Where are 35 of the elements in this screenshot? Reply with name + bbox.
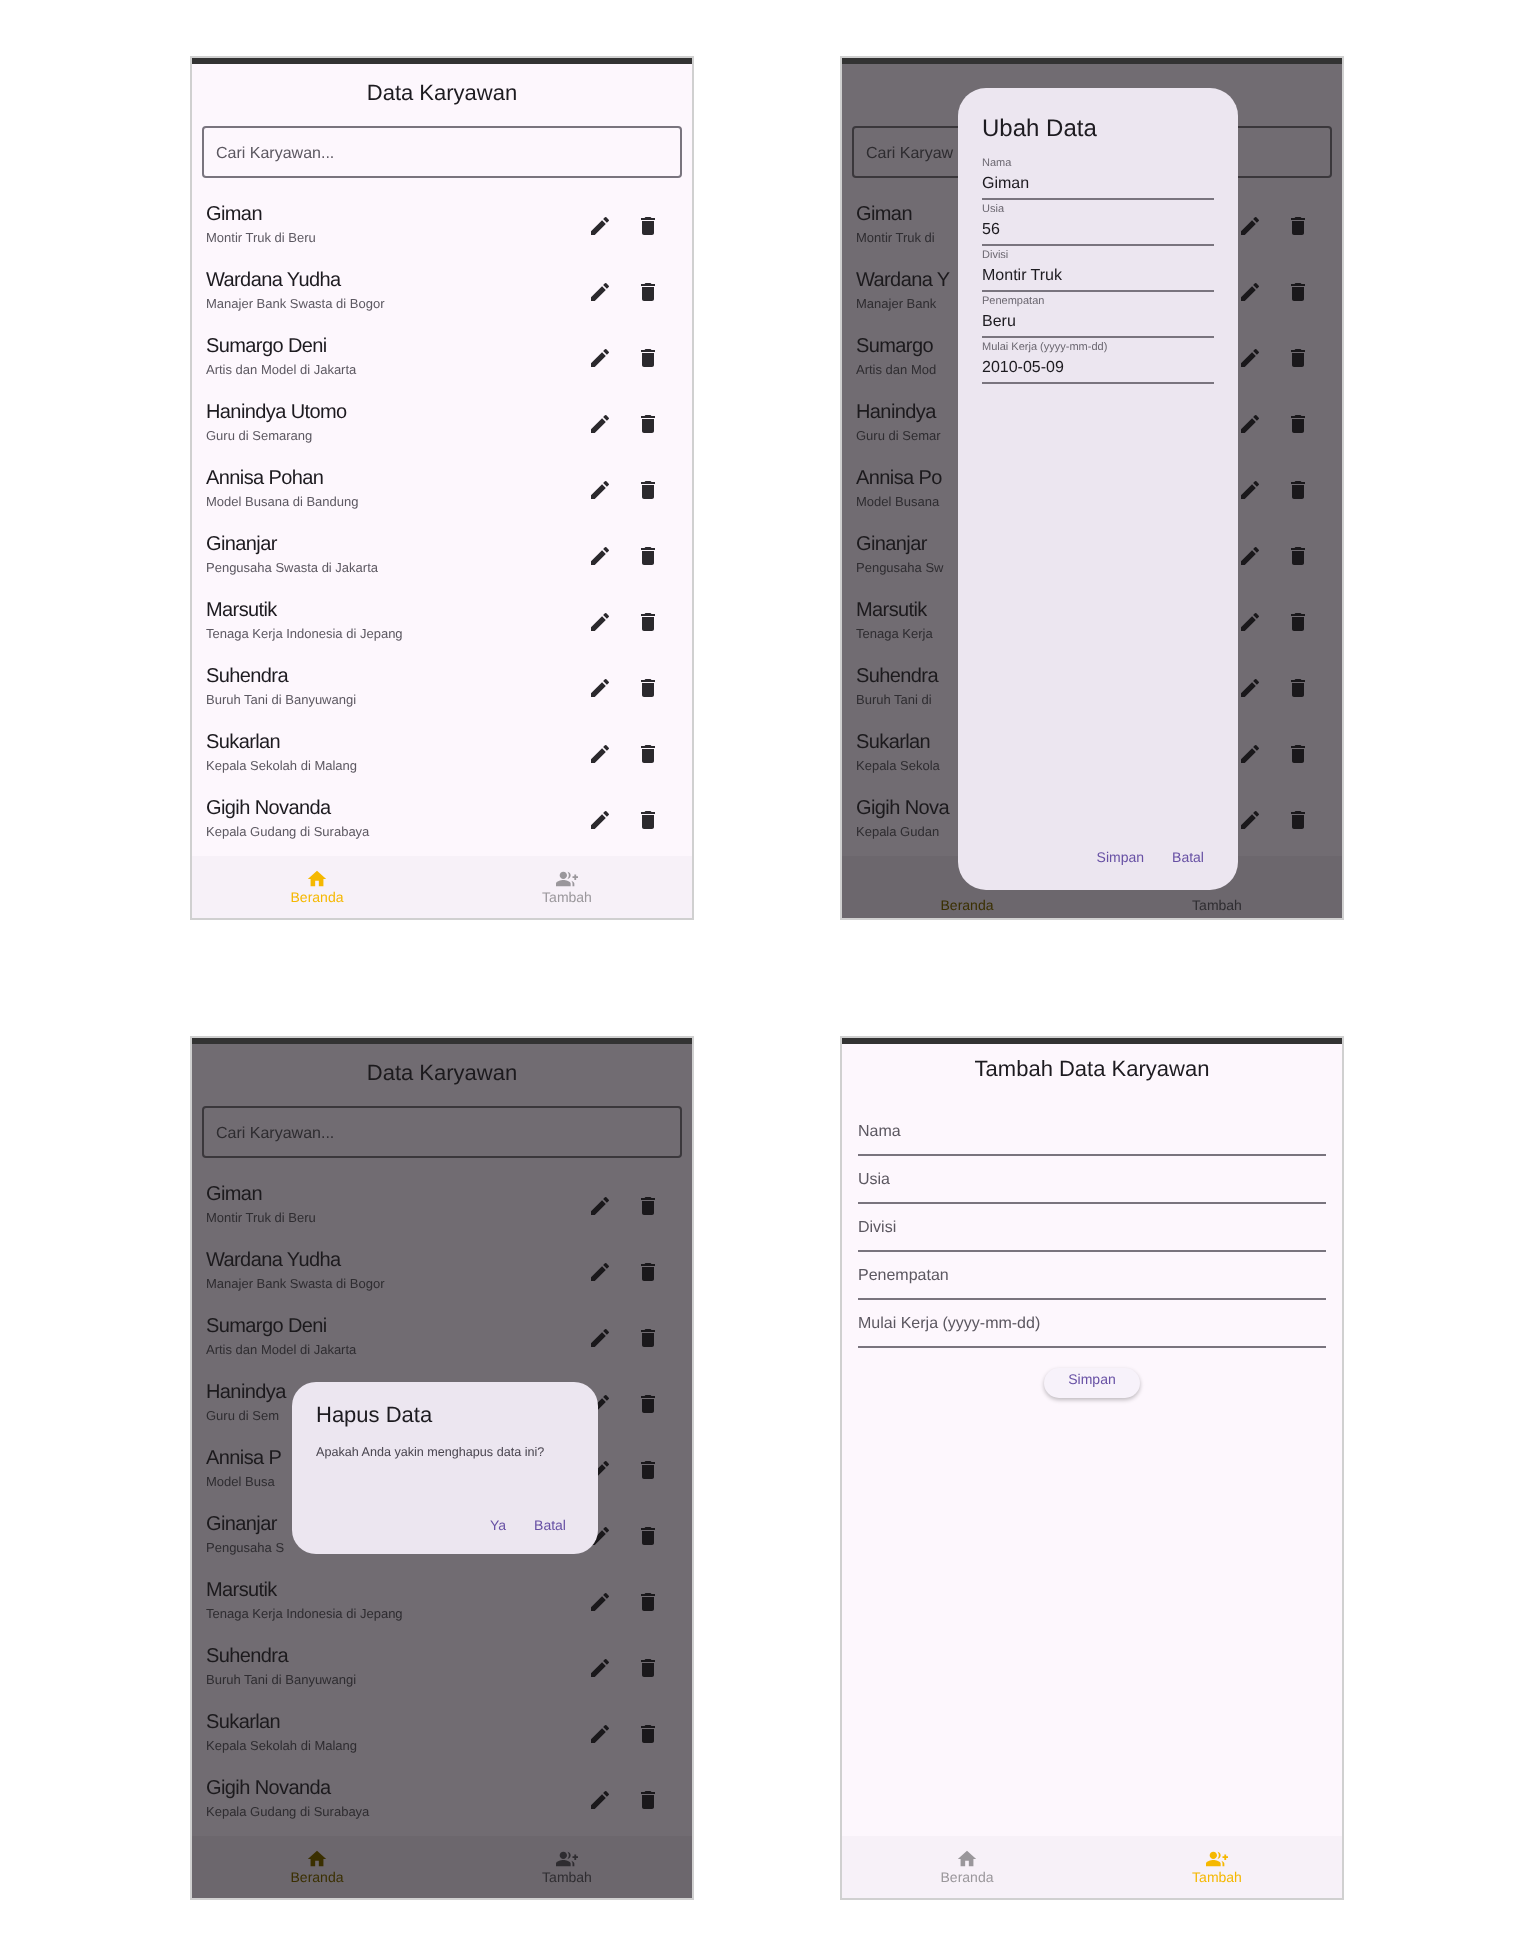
employee-name: Giman [206,1182,264,1210]
dialog-title: Hapus Data [316,1402,435,1432]
employee-name: Gigih Nova [856,796,949,824]
employee-name: Ginanjar [206,532,279,560]
employee-name: Ginanjar [206,1512,279,1540]
employee-name: Hanindya [856,400,939,428]
employee-name: Wardana Y [856,268,950,296]
employee-name: Suhendra [206,664,291,692]
screen-title: Tambah Data Karyawan [974,1056,1210,1087]
employee-name: Sumargo [856,334,935,362]
screen-title: Data Karyawan [366,80,518,111]
employee-name: Sukarlan [206,1710,283,1738]
employee-name: Wardana Yudha [206,268,343,296]
employee-name: Sukarlan [206,730,283,758]
employee-name: Marsutik [856,598,929,626]
employee-name: Marsutik [206,1578,279,1606]
employee-name: Wardana Yudha [206,1248,343,1276]
employee-name: Giman [856,202,914,230]
employee-name: Gigih Novanda [206,796,333,824]
employee-name: Sumargo Deni [206,1314,329,1342]
dialog-title: Ubah Data [982,112,1099,144]
employee-name: Sukarlan [856,730,933,758]
employee-name: Ginanjar [856,532,929,560]
employee-name: Giman [206,202,264,230]
employee-name: Annisa Po [856,466,942,494]
employee-name: Marsutik [206,598,279,626]
employee-name: Suhendra [856,664,938,692]
employee-name: Hanindya [206,1380,286,1408]
screen-title: Data Karyawan [366,1060,518,1091]
employee-name: Annisa Pohan [206,466,326,494]
employee-name: Gigih Novanda [206,1776,333,1804]
employee-name: Hanindya Utomo [206,400,347,428]
employee-name: Sumargo Deni [206,334,329,362]
employee-name: Suhendra [206,1644,291,1672]
employee-name: Annisa P [206,1446,282,1474]
